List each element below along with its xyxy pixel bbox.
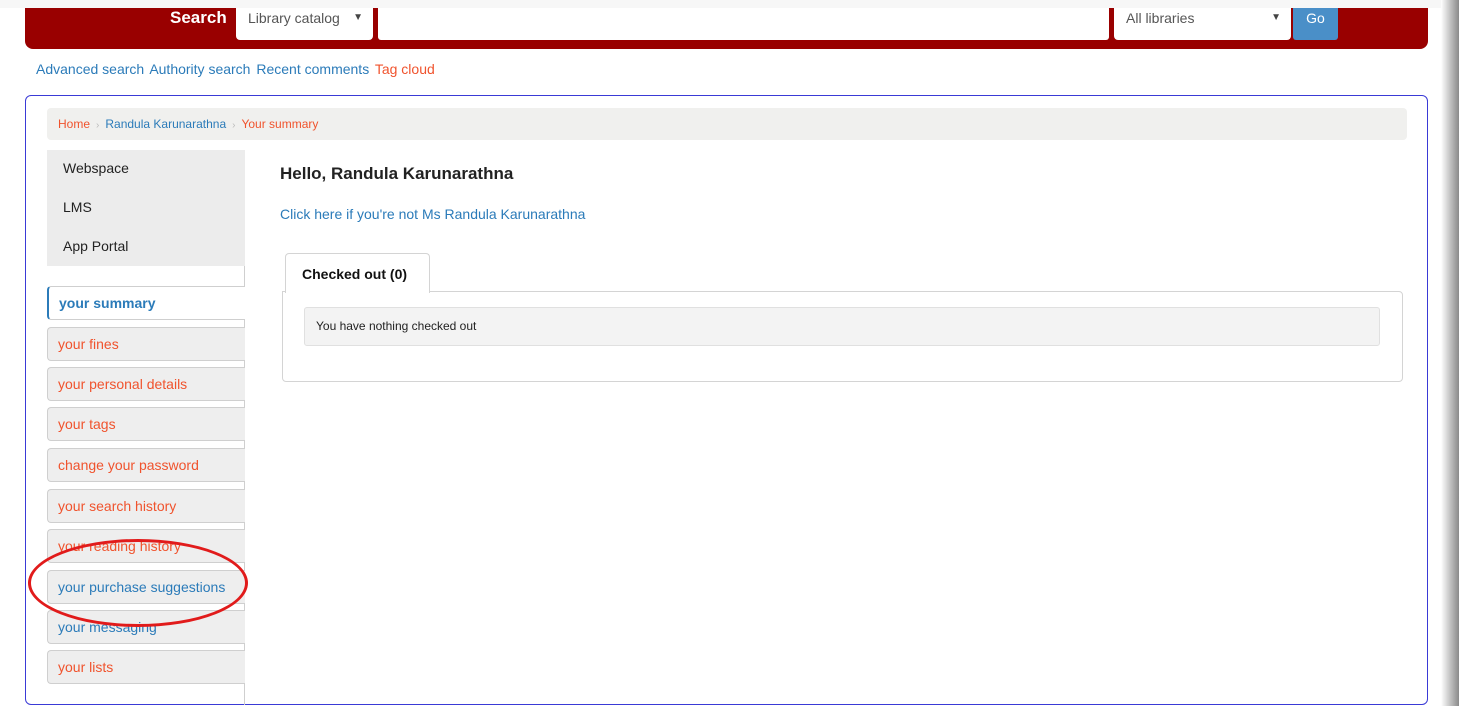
breadcrumb: Home › Randula Karunarathna › Your summary: [47, 108, 1407, 140]
libraries-select[interactable]: All libraries ▼: [1114, 8, 1291, 40]
window-shadow: [1441, 0, 1459, 706]
menu-your-messaging[interactable]: your messaging: [47, 610, 245, 644]
search-label: Search: [170, 8, 227, 27]
window-top-strip: [0, 0, 1459, 8]
dropdown-arrow-icon: ▼: [353, 12, 363, 23]
menu-change-password[interactable]: change your password: [47, 448, 245, 482]
search-bar: Search Library catalog ▼ All libraries ▼…: [25, 8, 1428, 49]
menu-your-purchase-suggestions[interactable]: your purchase suggestions: [47, 570, 245, 604]
greeting-heading: Hello, Randula Karunarathna: [280, 164, 514, 183]
menu-your-personal-details[interactable]: your personal details: [47, 367, 245, 401]
tab-checked-out[interactable]: Checked out (0): [285, 253, 430, 293]
quicklink-lms[interactable]: LMS: [63, 199, 92, 215]
breadcrumb-separator-icon: ›: [96, 120, 100, 131]
not-me-link[interactable]: Click here if you're not Ms Randula Karu…: [280, 206, 585, 222]
dropdown-arrow-icon: ▼: [1271, 12, 1281, 23]
menu-your-tags[interactable]: your tags: [47, 407, 245, 441]
advanced-search-link[interactable]: Advanced search: [36, 61, 144, 77]
nothing-checked-out-message: You have nothing checked out: [304, 307, 1380, 346]
tag-cloud-link[interactable]: Tag cloud: [375, 61, 435, 77]
main-container: Home › Randula Karunarathna › Your summary W…: [25, 95, 1428, 705]
recent-comments-link[interactable]: Recent comments: [256, 61, 369, 77]
left-navigation: Webspace LMS App Portal your summary you…: [47, 150, 245, 705]
quicklink-webspace[interactable]: Webspace: [63, 160, 129, 176]
breadcrumb-separator-icon: ›: [232, 120, 236, 131]
search-input[interactable]: [378, 8, 1109, 40]
catalog-select-value: Library catalog: [248, 10, 340, 26]
menu-your-fines[interactable]: your fines: [47, 327, 245, 361]
quick-links-panel: Webspace LMS App Portal: [47, 150, 245, 266]
menu-your-search-history[interactable]: your search history: [47, 489, 245, 523]
quicklink-app-portal[interactable]: App Portal: [63, 238, 128, 254]
more-searches-links: Advanced search Authority search Recent …: [36, 61, 437, 77]
menu-your-summary[interactable]: your summary: [47, 286, 245, 320]
breadcrumb-current[interactable]: Your summary: [241, 117, 318, 131]
go-button[interactable]: Go: [1293, 8, 1338, 40]
catalog-select[interactable]: Library catalog ▼: [236, 8, 373, 40]
authority-search-link[interactable]: Authority search: [149, 61, 250, 77]
libraries-select-value: All libraries: [1126, 10, 1195, 26]
tab-join: [286, 290, 429, 293]
breadcrumb-user[interactable]: Randula Karunarathna: [105, 117, 226, 131]
breadcrumb-home[interactable]: Home: [58, 117, 90, 131]
menu-your-lists[interactable]: your lists: [47, 650, 245, 684]
menu-your-reading-history[interactable]: your reading history: [47, 529, 245, 563]
